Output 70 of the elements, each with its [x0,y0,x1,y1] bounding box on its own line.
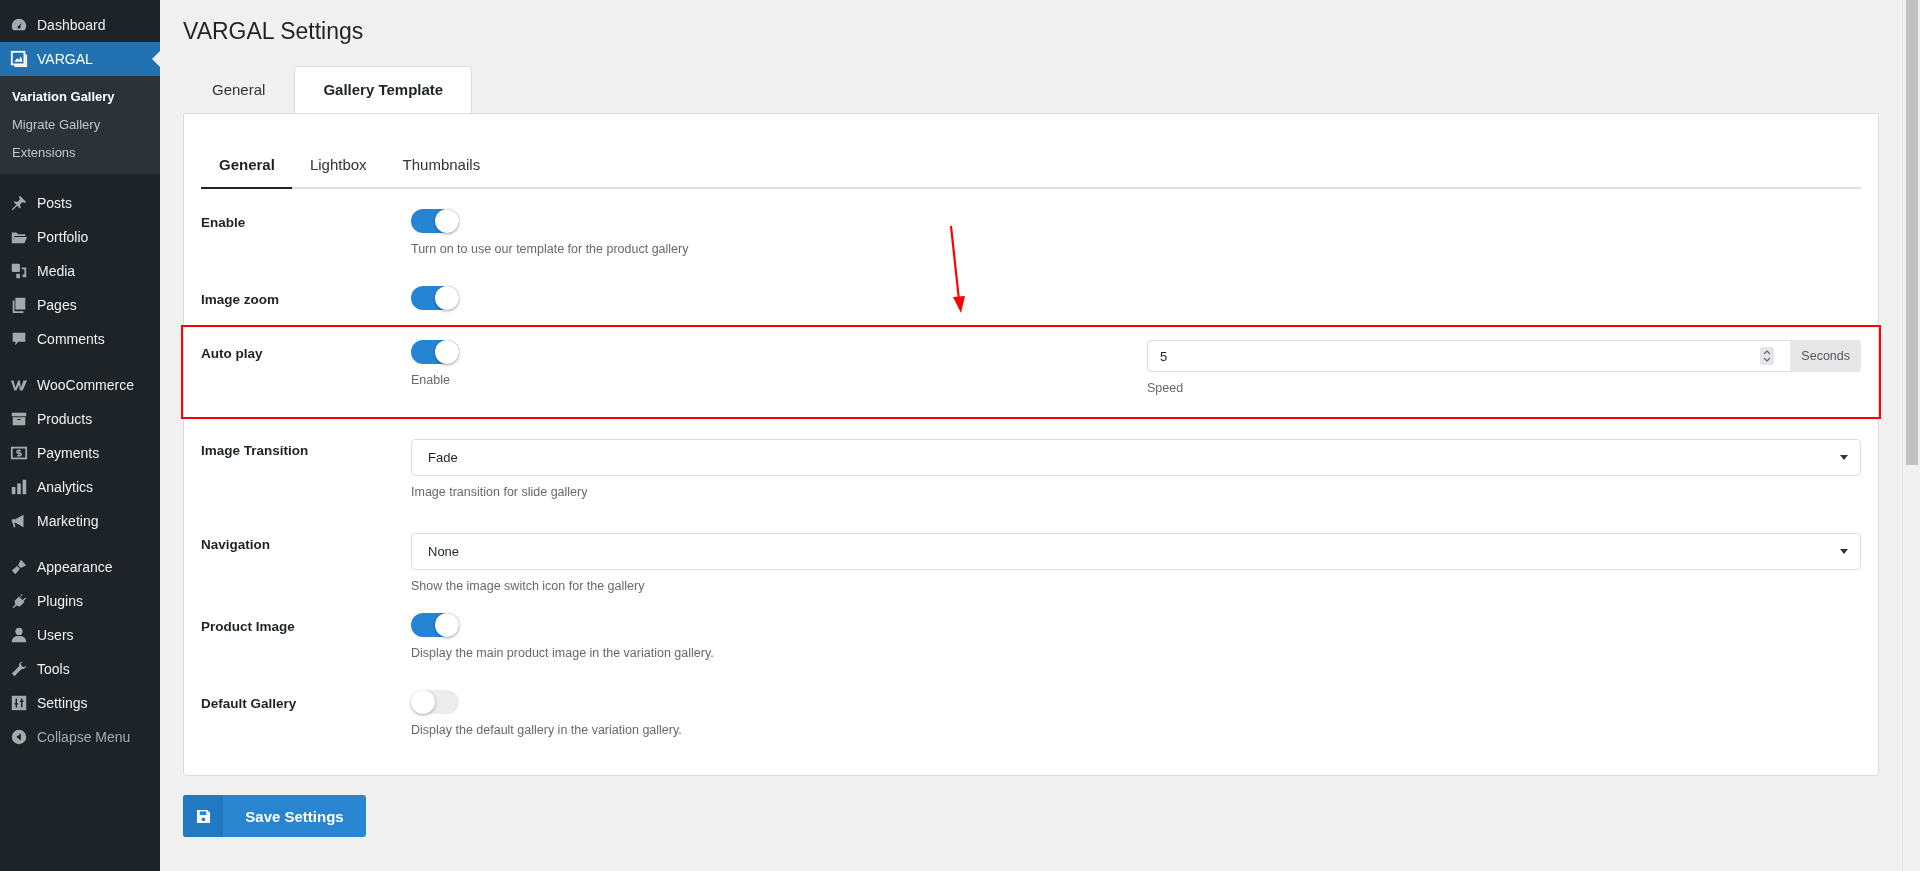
unit-label: Seconds [1790,340,1861,372]
sidebar-item[interactable]: Payments [0,436,160,470]
pushpin-icon [10,194,28,212]
help-text: Display the main product image in the variation gallery. [411,646,715,660]
sidebar-item[interactable]: Collapse Menu [0,720,160,754]
sidebar-item[interactable]: Tools [0,652,160,686]
sidebar-item[interactable]: Users [0,618,160,652]
sidebar-item[interactable]: Marketing [0,504,160,538]
collapse-icon [10,728,28,746]
speech-bubble-icon [10,330,28,348]
tab[interactable]: Lightbox [291,156,385,189]
setting-label: Enable [201,214,247,232]
setting-label: Image Transition [201,442,310,460]
page-title: VARGAL Settings [183,17,365,46]
sidebar-item[interactable]: Portfolio [0,220,160,254]
help-text: Display the default gallery in the variation gallery. [411,723,683,737]
help-text: Turn on to use our template for the product gallery [411,242,690,256]
tab[interactable]: General [201,156,292,189]
spinner-icon[interactable] [1760,347,1775,365]
setting-label: Auto play [201,345,264,363]
submenu-item[interactable]: Variation Gallery [0,83,160,111]
toggle-switch[interactable] [411,209,459,233]
scrollbar-thumb[interactable] [1906,0,1918,465]
setting-label: Image zoom [201,291,280,309]
archive-box-icon [10,410,28,428]
bar-chart-icon [10,478,28,496]
sidebar-item[interactable]: Dashboard [0,8,160,42]
submenu-item[interactable]: Migrate Gallery [0,111,160,139]
dollar-note-icon [10,444,28,462]
caret-icon [1840,549,1848,554]
help-text: Show the image switch icon for the gallery [411,579,646,593]
sidebar-item[interactable]: Products [0,402,160,436]
dropdown[interactable]: Fade [411,439,1861,476]
sidebar-item[interactable]: Media [0,254,160,288]
setting-label: Navigation [201,536,271,554]
gallery-icon [10,50,28,68]
setting-label: Product Image [201,618,296,636]
tab[interactable]: Gallery Template [294,66,473,114]
current-pointer-icon [152,51,160,67]
sidebar-item[interactable]: WooCommerce [0,368,160,402]
number-field[interactable]: 5 [1147,340,1791,372]
toggle-switch[interactable] [411,613,459,637]
submenu-item[interactable]: Extensions [0,139,160,167]
caret-icon [1840,455,1848,460]
toggle-switch[interactable] [411,286,459,310]
pages-icon [10,296,28,314]
wrench-icon [10,660,28,678]
plug-icon [10,592,28,610]
setting-label: Default Gallery [201,695,298,713]
sidebar-item[interactable]: Appearance [0,550,160,584]
paintbrush-icon [10,558,28,576]
media-icon [10,262,28,280]
sidebar-item[interactable]: Posts [0,186,160,220]
dropdown[interactable]: None [411,533,1861,570]
sidebar-item[interactable]: Analytics [0,470,160,504]
help-text: Speed [1147,381,1185,395]
user-icon [10,626,28,644]
toggle-switch[interactable] [411,340,459,364]
tab[interactable]: General [183,66,295,113]
sidebar-item[interactable]: Settings [0,686,160,720]
sidebar-item[interactable]: Plugins [0,584,160,618]
sliders-icon [10,694,28,712]
help-text: Enable [411,373,451,387]
save-button[interactable]: Save Settings [183,795,366,837]
sidebar-item[interactable]: Comments [0,322,160,356]
toggle-switch[interactable] [411,690,459,714]
tab[interactable]: Thumbnails [384,156,499,189]
help-text: Image transition for slide gallery [411,485,589,499]
sidebar-item[interactable]: Pages [0,288,160,322]
sidebar-item[interactable]: VARGAL [0,42,160,76]
